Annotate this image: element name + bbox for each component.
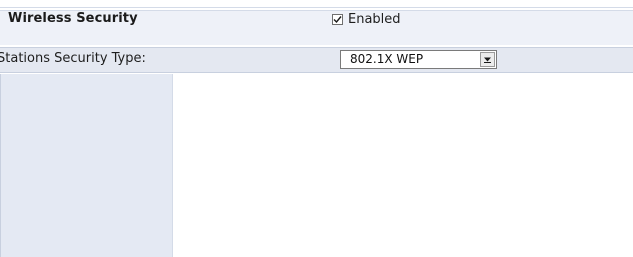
top-divider xyxy=(0,0,633,8)
security-type-label: Stations Security Type: xyxy=(0,51,146,66)
dropdown-button[interactable] xyxy=(480,52,495,67)
wireless-security-panel: Wireless Security Enabled Stations Secur… xyxy=(0,0,633,257)
enabled-toggle[interactable]: Enabled xyxy=(332,11,401,27)
left-sidebar-column xyxy=(0,74,173,257)
enabled-checkbox[interactable] xyxy=(332,13,343,25)
chevron-down-icon xyxy=(484,57,491,63)
check-icon xyxy=(333,15,342,23)
wireless-security-title: Wireless Security xyxy=(8,11,138,26)
security-type-select[interactable]: 802.1X WEP xyxy=(340,50,497,69)
enabled-label[interactable]: Enabled xyxy=(348,12,401,27)
security-type-value[interactable]: 802.1X WEP xyxy=(350,52,423,66)
